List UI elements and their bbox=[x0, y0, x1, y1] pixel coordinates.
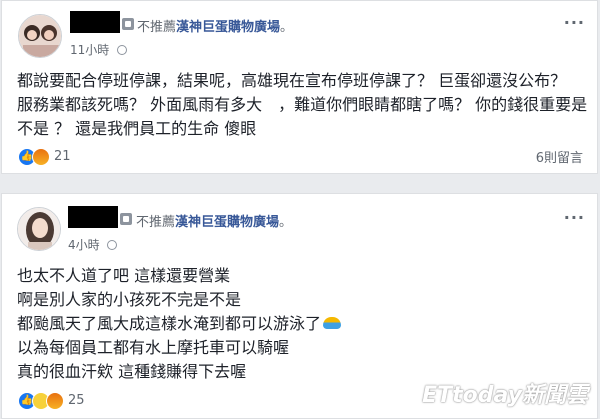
comments-count[interactable]: 6則留言 bbox=[536, 147, 583, 166]
post-line: 啊是別人家的小孩死不完是不是 bbox=[17, 290, 242, 309]
reaction-summary[interactable]: 👍 25 bbox=[18, 390, 85, 410]
page-link[interactable]: 漢神巨蛋購物廣場 bbox=[176, 20, 280, 35]
reaction-count: 25 bbox=[68, 393, 85, 408]
post-body: 也太不人道了吧 這樣還要營業 啊是別人家的小孩死不完是不是 都颱風天了風大成這樣… bbox=[17, 264, 592, 384]
post-line: 不是 ？ 還是我們員工的生命 傻眼 bbox=[17, 119, 257, 138]
post-line-text: 都颱風天了風大成這樣水淹到都可以游泳了 bbox=[17, 314, 322, 333]
flag-icon bbox=[122, 18, 134, 30]
redacted-username bbox=[68, 206, 118, 228]
post-line: 以為每個員工都有水上摩托車可以騎喔 bbox=[17, 338, 290, 357]
post-card: 不推薦漢神巨蛋購物廣場。 11小時 ··· 都說要配合停班停課，結果呢，高雄現在… bbox=[1, 0, 598, 174]
globe-icon bbox=[117, 45, 128, 55]
post-meta: 4小時 bbox=[68, 236, 118, 253]
avatar[interactable] bbox=[17, 207, 61, 251]
rating-label: 不推薦 bbox=[136, 215, 176, 230]
reaction-summary[interactable]: 👍 21 bbox=[18, 146, 71, 166]
post-header: 不推薦漢神巨蛋購物廣場。 bbox=[137, 16, 293, 35]
post-line: 都颱風天了風大成這樣水淹到都可以游泳了 bbox=[17, 312, 592, 336]
more-options-icon[interactable]: ··· bbox=[564, 208, 585, 227]
redacted-username bbox=[70, 11, 120, 33]
page-link[interactable]: 漢神巨蛋購物廣場 bbox=[175, 215, 279, 230]
post-line: 也太不人道了吧 這樣還要營業 bbox=[17, 266, 231, 285]
post-body: 都說要配合停班停課，結果呢，高雄現在宣布停班停課了？ 巨蛋卻還沒公布？ 服務業都… bbox=[17, 69, 592, 141]
post-line: 都說要配合停班停課，結果呢，高雄現在宣布停班停課了？ 巨蛋卻還沒公布？ bbox=[17, 71, 567, 90]
watermark-logo: ETtoday新聞雲 bbox=[422, 383, 588, 408]
rating-label: 不推薦 bbox=[137, 20, 177, 35]
angry-icon bbox=[46, 391, 64, 410]
post-timestamp[interactable]: 4小時 bbox=[68, 238, 100, 252]
post-timestamp[interactable]: 11小時 bbox=[70, 43, 109, 57]
header-suffix: 。 bbox=[280, 20, 294, 35]
post-header: 不推薦漢神巨蛋購物廣場。 bbox=[136, 211, 292, 230]
swimmer-emoji-icon bbox=[323, 317, 342, 329]
angry-icon bbox=[32, 147, 50, 166]
post-line: 服務業都該死嗎？ 外面風雨有多大 ，難道你們眼睛都瞎了嗎？ 你的錢很重要是 bbox=[17, 95, 588, 114]
post-meta: 11小時 bbox=[70, 41, 128, 58]
globe-icon bbox=[107, 240, 118, 250]
flag-icon bbox=[120, 213, 132, 225]
avatar[interactable] bbox=[18, 14, 62, 58]
reaction-count: 21 bbox=[54, 149, 71, 164]
more-options-icon[interactable]: ··· bbox=[564, 13, 585, 32]
header-suffix: 。 bbox=[279, 215, 293, 230]
